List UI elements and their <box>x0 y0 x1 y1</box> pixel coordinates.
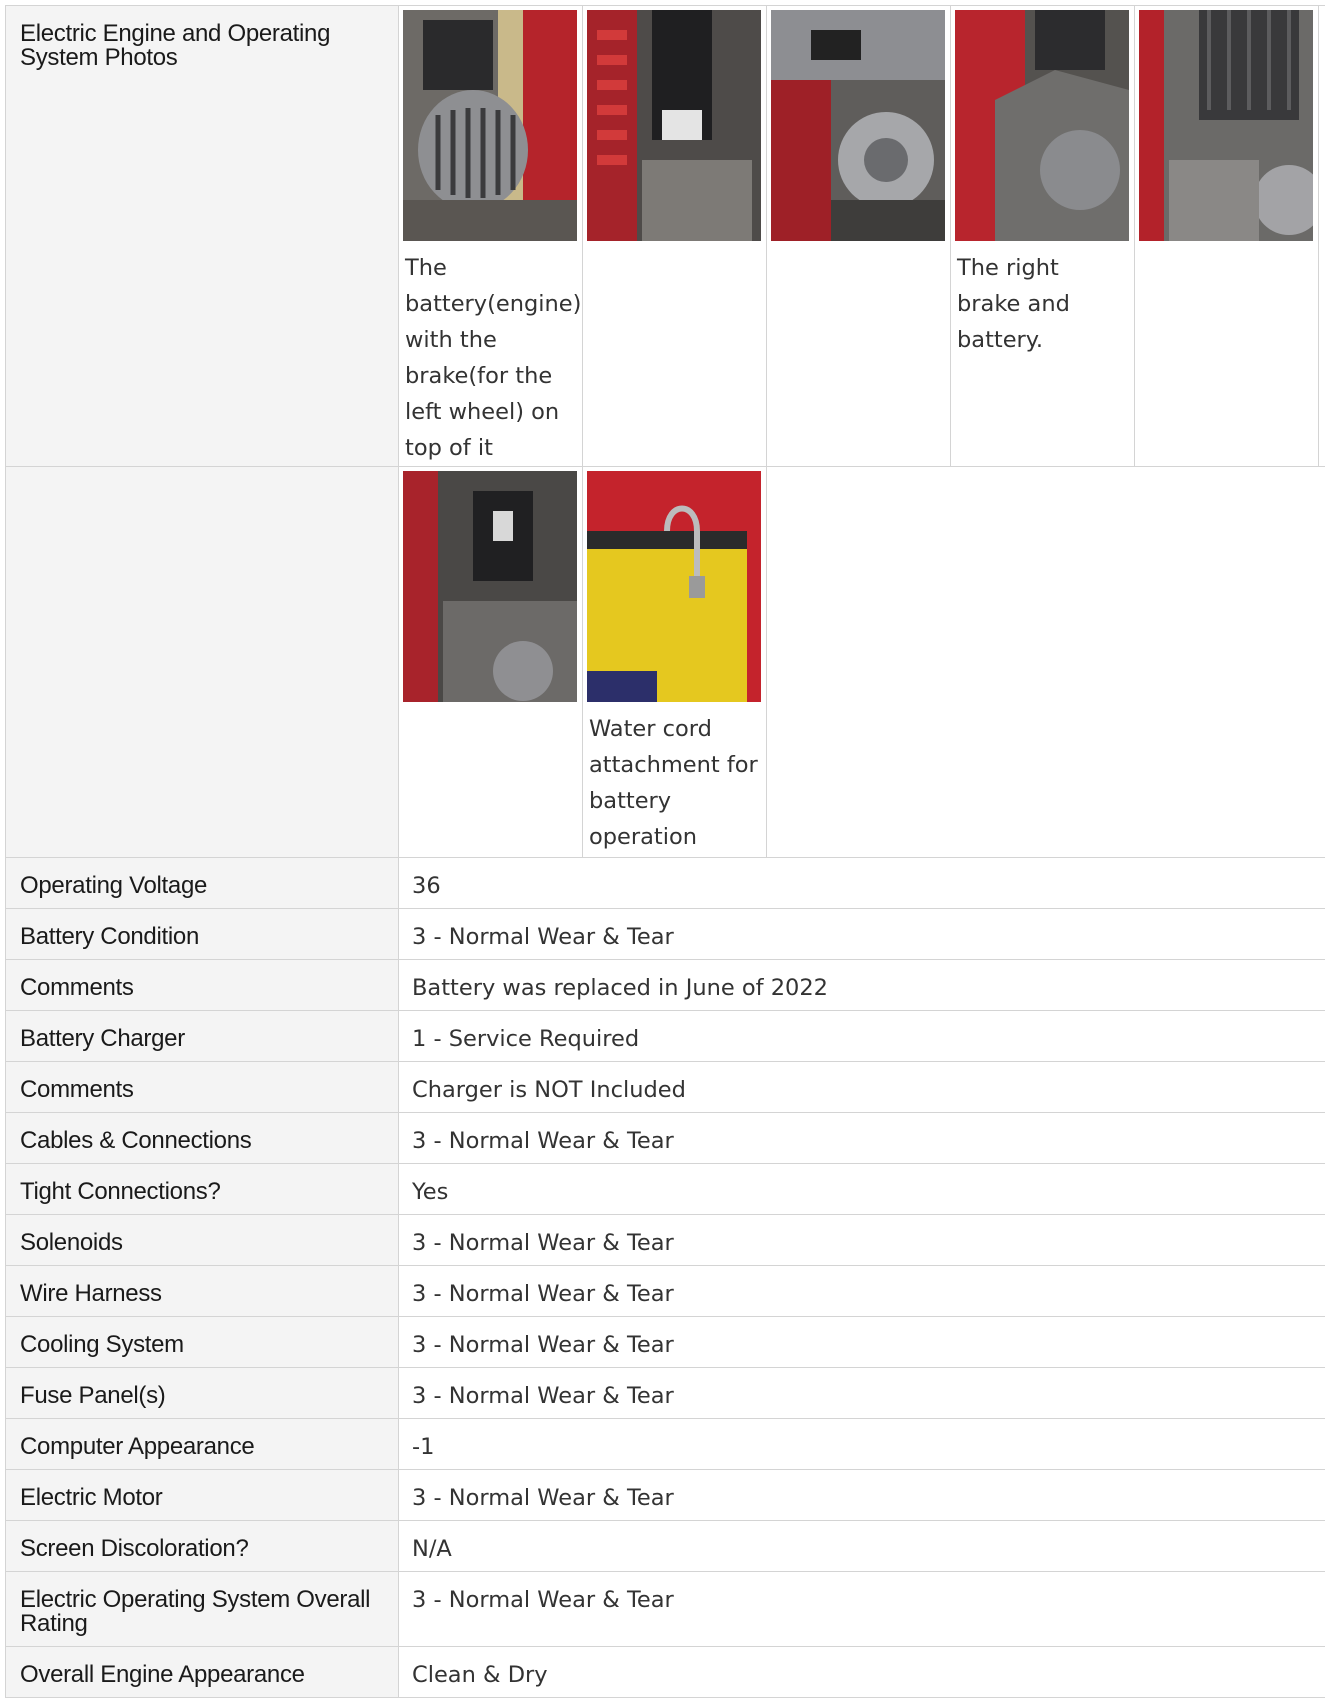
row-label: Solenoids <box>5 1215 399 1265</box>
engine-photo[interactable] <box>771 10 945 241</box>
table-row: Cooling System 3 - Normal Wear & Tear <box>5 1317 1325 1368</box>
row-label: Screen Discoloration? <box>5 1521 399 1571</box>
photos-row-1: Electric Engine and Operating System Pho… <box>5 5 1325 467</box>
photo-cell <box>583 6 767 466</box>
table-row: Operating Voltage 36 <box>5 858 1325 909</box>
engine-photo[interactable] <box>403 471 577 702</box>
table-row: Fuse Panel(s) 3 - Normal Wear & Tear <box>5 1368 1325 1419</box>
row-value: N/A <box>412 1536 452 1562</box>
row-label: Electric Operating System Overall Rating <box>5 1572 399 1646</box>
table-row: Computer Appearance -1 <box>5 1419 1325 1470</box>
photo-gallery-row-2: Water cord attachment for battery operat… <box>399 467 1325 857</box>
row-value: Charger is NOT Included <box>412 1077 686 1103</box>
table-row: Electric Operating System Overall Rating… <box>5 1572 1325 1647</box>
row-label: Battery Charger <box>5 1011 399 1061</box>
row-value: 3 - Normal Wear & Tear <box>412 1332 674 1358</box>
photo-cell <box>767 6 951 466</box>
engine-photo[interactable] <box>587 10 761 241</box>
row-label: Tight Connections? <box>5 1164 399 1214</box>
row-value: 3 - Normal Wear & Tear <box>412 1587 674 1613</box>
row-value: 3 - Normal Wear & Tear <box>412 1485 674 1511</box>
photo-cell: The right brake and battery. <box>951 6 1135 466</box>
photo-cell <box>399 467 583 857</box>
photo-gallery-row-1: The battery(engine) with the brake(for t… <box>399 6 1325 466</box>
row-value: 3 - Normal Wear & Tear <box>412 1383 674 1409</box>
table-row: Battery Condition 3 - Normal Wear & Tear <box>5 909 1325 960</box>
row-label: Fuse Panel(s) <box>5 1368 399 1418</box>
row-value: -1 <box>412 1434 435 1460</box>
table-row: Wire Harness 3 - Normal Wear & Tear <box>5 1266 1325 1317</box>
engine-photo[interactable] <box>955 10 1129 241</box>
row-label: Overall Engine Appearance <box>5 1647 399 1697</box>
row-label: Operating Voltage <box>5 858 399 908</box>
battery-photo[interactable] <box>587 471 761 702</box>
row-label: Battery Condition <box>5 909 399 959</box>
row-label: Cables & Connections <box>5 1113 399 1163</box>
row-label: Comments <box>5 960 399 1010</box>
table-row: Screen Discoloration? N/A <box>5 1521 1325 1572</box>
row-label: Comments <box>5 1062 399 1112</box>
table-row: Solenoids 3 - Normal Wear & Tear <box>5 1215 1325 1266</box>
row-value: Battery was replaced in June of 2022 <box>412 975 828 1001</box>
row-label: Computer Appearance <box>5 1419 399 1469</box>
row-value: 3 - Normal Wear & Tear <box>412 1128 674 1154</box>
row-value: Clean & Dry <box>412 1662 548 1688</box>
table-row: Cables & Connections 3 - Normal Wear & T… <box>5 1113 1325 1164</box>
photo-cell: Water cord attachment for battery operat… <box>583 467 767 857</box>
row-label: Electric Motor <box>5 1470 399 1520</box>
table-row: Electric Motor 3 - Normal Wear & Tear <box>5 1470 1325 1521</box>
row-label: Wire Harness <box>5 1266 399 1316</box>
table-row: Tight Connections? Yes <box>5 1164 1325 1215</box>
photo-cell <box>1135 6 1319 466</box>
row-value: 3 - Normal Wear & Tear <box>412 924 674 950</box>
section-title: Electric Engine and Operating System Pho… <box>5 6 399 466</box>
row-value: 36 <box>412 873 441 899</box>
photo-caption: The battery(engine) with the brake(for t… <box>405 255 582 461</box>
table-row: Battery Charger 1 - Service Required <box>5 1011 1325 1062</box>
empty-photo-cell <box>767 467 951 857</box>
row-label: Cooling System <box>5 1317 399 1367</box>
photos-row-2: Water cord attachment for battery operat… <box>5 467 1325 858</box>
engine-photo[interactable] <box>403 10 577 241</box>
row-value: Yes <box>412 1179 449 1205</box>
row-value: 3 - Normal Wear & Tear <box>412 1281 674 1307</box>
empty-label-cell <box>5 467 399 857</box>
table-row: Overall Engine Appearance Clean & Dry <box>5 1647 1325 1698</box>
engine-photo[interactable] <box>1139 10 1313 241</box>
table-row: Comments Charger is NOT Included <box>5 1062 1325 1113</box>
photo-caption: Water cord attachment for battery operat… <box>589 716 758 850</box>
row-value: 1 - Service Required <box>412 1026 640 1052</box>
photo-cell: The battery(engine) with the brake(for t… <box>399 6 583 466</box>
row-value: 3 - Normal Wear & Tear <box>412 1230 674 1256</box>
inspection-table: Electric Engine and Operating System Pho… <box>5 5 1325 1698</box>
table-row: Comments Battery was replaced in June of… <box>5 960 1325 1011</box>
photo-caption: The right brake and battery. <box>957 255 1070 353</box>
